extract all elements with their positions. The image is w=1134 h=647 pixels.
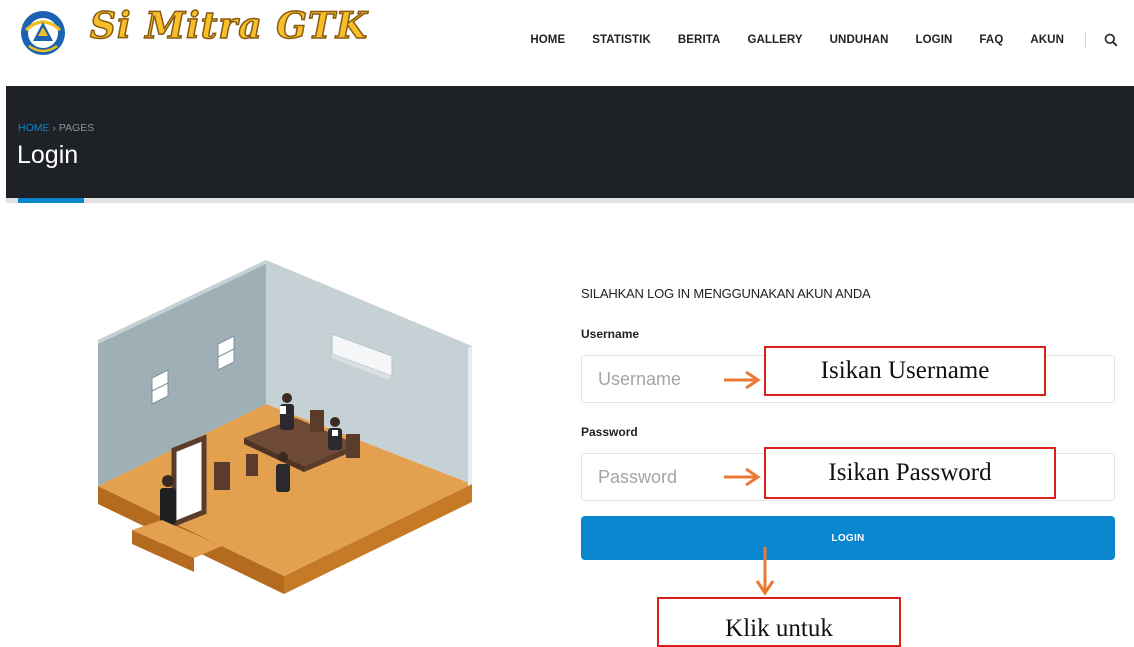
username-label: Username	[581, 327, 640, 341]
username-annotation: Isikan Username	[764, 346, 1046, 396]
nav-faq[interactable]: FAQ	[979, 34, 1003, 46]
office-meeting-illustration	[98, 260, 472, 594]
breadcrumb-current: PAGES	[58, 122, 95, 134]
username-arrow-icon	[724, 370, 761, 390]
nav-divider	[1085, 32, 1086, 48]
site-logo-text[interactable]: Si Mitra GTK	[89, 4, 368, 48]
breadcrumb-home[interactable]: HOME	[18, 122, 50, 134]
page-title-bar: HOME › PAGES Login	[6, 86, 1134, 198]
main-nav: HOME STATISTIK BERITA GALLERY UNDUHAN LO…	[530, 30, 1134, 50]
password-label: Password	[581, 425, 638, 439]
login-button[interactable]: LOGIN	[581, 516, 1115, 560]
breadcrumb-separator: ›	[52, 122, 56, 134]
title-underline-accent	[18, 198, 84, 203]
nav-unduhan[interactable]: UNDUHAN	[830, 34, 889, 46]
login-page: Si Mitra GTK HOME STATISTIK BERITA GALLE…	[0, 0, 1134, 647]
password-annotation: Isikan Password	[764, 447, 1056, 499]
nav-berita[interactable]: BERITA	[678, 34, 721, 46]
nav-statistik[interactable]: STATISTIK	[592, 34, 651, 46]
nav-gallery[interactable]: GALLERY	[747, 34, 802, 46]
login-annotation: Klik untuk	[657, 597, 901, 647]
page-title: Login	[17, 141, 79, 169]
site-header: Si Mitra GTK HOME STATISTIK BERITA GALLE…	[0, 0, 1134, 86]
tut-wuri-emblem-icon[interactable]	[16, 8, 74, 58]
login-arrow-icon	[755, 547, 775, 596]
search-icon[interactable]	[1104, 30, 1134, 50]
password-arrow-icon	[724, 467, 761, 487]
nav-home[interactable]: HOME	[530, 34, 565, 46]
title-underline	[6, 198, 1134, 203]
nav-akun[interactable]: AKUN	[1030, 34, 1064, 46]
breadcrumb: HOME › PAGES	[18, 122, 94, 134]
login-form-heading: SILAHKAN LOG IN MENGGUNAKAN AKUN ANDA	[581, 286, 871, 301]
nav-login[interactable]: LOGIN	[916, 34, 953, 46]
